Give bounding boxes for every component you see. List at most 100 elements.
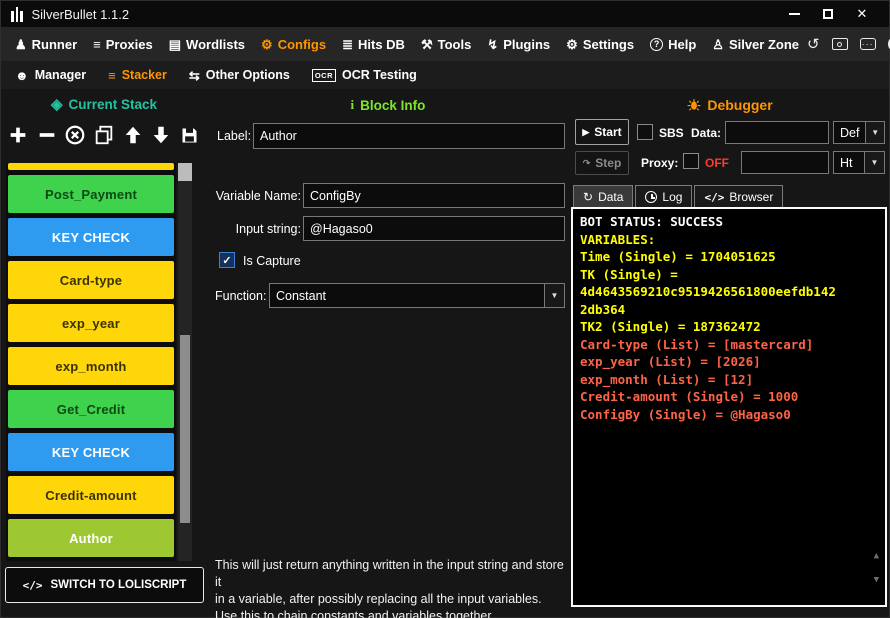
menu-item-silver-zone[interactable]: ♙Silver Zone	[704, 27, 807, 61]
tab-manager[interactable]: ☻Manager	[15, 68, 86, 82]
tab-log[interactable]: Log	[635, 185, 692, 208]
stack-block[interactable]: Get_Credit	[8, 390, 174, 428]
log-line: 4d4643569210c9519426561800eefdb142	[580, 283, 878, 301]
duplicate-block-button[interactable]	[91, 120, 117, 150]
tab-browser[interactable]: </>Browser	[694, 185, 783, 208]
arrow-up-icon	[122, 124, 144, 146]
minimize-button[interactable]	[777, 1, 811, 27]
menu-item-plugins[interactable]: ↯Plugins	[479, 27, 558, 61]
log-line: Time (Single) = 1704051625	[580, 248, 878, 266]
stack-block[interactable]: Card-type	[8, 261, 174, 299]
stack-block[interactable]: KEY CHECK	[8, 433, 174, 471]
plus-icon	[7, 124, 29, 146]
block-info-title: i Block Info	[207, 97, 569, 113]
menu-item-proxies[interactable]: ≡Proxies	[85, 27, 161, 61]
stack-block[interactable]: Credit-amount	[8, 476, 174, 514]
maximize-icon	[823, 9, 833, 19]
variable-name-label: Variable Name:	[215, 189, 301, 203]
stack-toolbar	[5, 119, 203, 151]
input-string-input[interactable]	[303, 216, 565, 241]
tab-other-options[interactable]: ⇆Other Options	[189, 68, 290, 82]
switch-to-loliscript-button[interactable]: </> SWITCH TO LOLISCRIPT	[5, 567, 204, 603]
stack-block-selected[interactable]: Author	[8, 519, 174, 557]
minimize-icon	[789, 13, 800, 15]
tab-ocr-testing[interactable]: OCROCR Testing	[312, 68, 417, 82]
scrollbar-up-button[interactable]	[178, 163, 192, 181]
config-submenu: ☻Manager ≡Stacker ⇆Other Options OCROCR …	[1, 61, 889, 89]
data-input[interactable]	[725, 121, 829, 144]
menu-item-tools[interactable]: ⚒Tools	[413, 27, 479, 61]
partial-block[interactable]	[8, 163, 174, 170]
scrollbar-thumb[interactable]	[180, 335, 190, 523]
window-titlebar: SilverBullet 1.1.2 ✕	[1, 1, 889, 27]
history-icon[interactable]: ↺	[807, 37, 820, 52]
save-stack-button[interactable]	[177, 120, 203, 150]
chat-icon[interactable]: ···	[860, 38, 876, 50]
data-label: Data:	[691, 126, 721, 140]
variable-name-input[interactable]	[303, 183, 565, 208]
tab-data[interactable]: ↻Data	[573, 185, 633, 208]
menu-item-hits-db[interactable]: ≣Hits DB	[334, 27, 413, 61]
minus-icon	[36, 124, 58, 146]
stack-block[interactable]: exp_year	[8, 304, 174, 342]
info-icon: i	[351, 97, 355, 113]
debugger-panel: Debugger ▶ Start SBS Data: Def ▼ ↷ Step …	[569, 89, 890, 617]
move-down-button[interactable]	[148, 120, 174, 150]
start-button[interactable]: ▶ Start	[575, 119, 629, 145]
add-block-button[interactable]	[5, 120, 31, 150]
step-button[interactable]: ↷ Step	[575, 151, 629, 175]
menu-item-runner[interactable]: ♟Runner	[7, 27, 85, 61]
stack-scrollbar[interactable]	[178, 163, 192, 561]
sbs-checkbox[interactable]	[637, 124, 653, 140]
function-select[interactable]: Constant ▼	[269, 283, 565, 308]
gem-icon: ◈	[51, 97, 63, 112]
dropdown-arrow-icon: ▼	[544, 284, 564, 307]
settings-gear-icon: ⚙	[566, 38, 578, 51]
copy-icon	[93, 124, 115, 146]
dropdown-arrow-icon: ▼	[864, 152, 884, 173]
input-string-label: Input string:	[215, 222, 301, 236]
log-line: VARIABLES:	[580, 231, 878, 249]
menu-item-help[interactable]: ?Help	[642, 27, 704, 61]
close-button[interactable]: ✕	[845, 1, 879, 27]
stack-block[interactable]: KEY CHECK	[8, 218, 174, 256]
silver-zone-icon: ♙	[712, 38, 724, 51]
scroll-up-icon[interactable]: ▲	[874, 552, 879, 561]
circle-x-icon	[64, 124, 86, 146]
menu-item-wordlists[interactable]: ▤Wordlists	[161, 27, 253, 61]
proxy-type-select[interactable]: Ht ▼	[833, 151, 885, 174]
proxy-input[interactable]	[741, 151, 829, 174]
debugger-output[interactable]: BOT STATUS: SUCCESS VARIABLES: Time (Sin…	[571, 207, 887, 607]
other-options-icon: ⇆	[189, 69, 200, 82]
stack-panel: ◈ Current Stack Post_Payment KEY CHECK C…	[1, 89, 207, 617]
block-stack-list: Post_Payment KEY CHECK Card-type exp_yea…	[6, 163, 176, 561]
sbs-label: SBS	[659, 126, 684, 140]
camera-icon[interactable]	[832, 38, 848, 50]
bug-icon	[687, 98, 701, 112]
log-line: exp_year (List) = [2026]	[580, 353, 878, 371]
tab-stacker[interactable]: ≡Stacker	[108, 68, 167, 82]
is-capture-checkbox[interactable]: ✓	[219, 252, 235, 268]
debugger-title: Debugger	[569, 97, 890, 113]
wordlist-type-select[interactable]: Def ▼	[833, 121, 885, 144]
tools-icon: ⚒	[421, 38, 433, 51]
code-icon: </>	[704, 191, 724, 204]
scroll-down-icon[interactable]: ▼	[874, 576, 879, 585]
remove-block-button[interactable]	[34, 120, 60, 150]
stack-block[interactable]: Post_Payment	[8, 175, 174, 213]
move-up-button[interactable]	[120, 120, 146, 150]
proxy-label: Proxy:	[641, 156, 678, 170]
menu-item-configs[interactable]: ⚙Configs	[253, 27, 334, 61]
menu-item-settings[interactable]: ⚙Settings	[558, 27, 642, 61]
clock-icon	[645, 191, 657, 203]
arrow-down-icon	[150, 124, 172, 146]
manager-icon: ☻	[15, 69, 29, 82]
stack-block[interactable]: exp_month	[8, 347, 174, 385]
play-icon: ▶	[582, 128, 589, 137]
log-line: 2db364	[580, 301, 878, 319]
block-label-input[interactable]	[253, 123, 565, 149]
clear-stack-button[interactable]	[62, 120, 88, 150]
proxy-checkbox[interactable]	[683, 153, 699, 169]
database-icon: ≣	[342, 38, 353, 51]
maximize-button[interactable]	[811, 1, 845, 27]
